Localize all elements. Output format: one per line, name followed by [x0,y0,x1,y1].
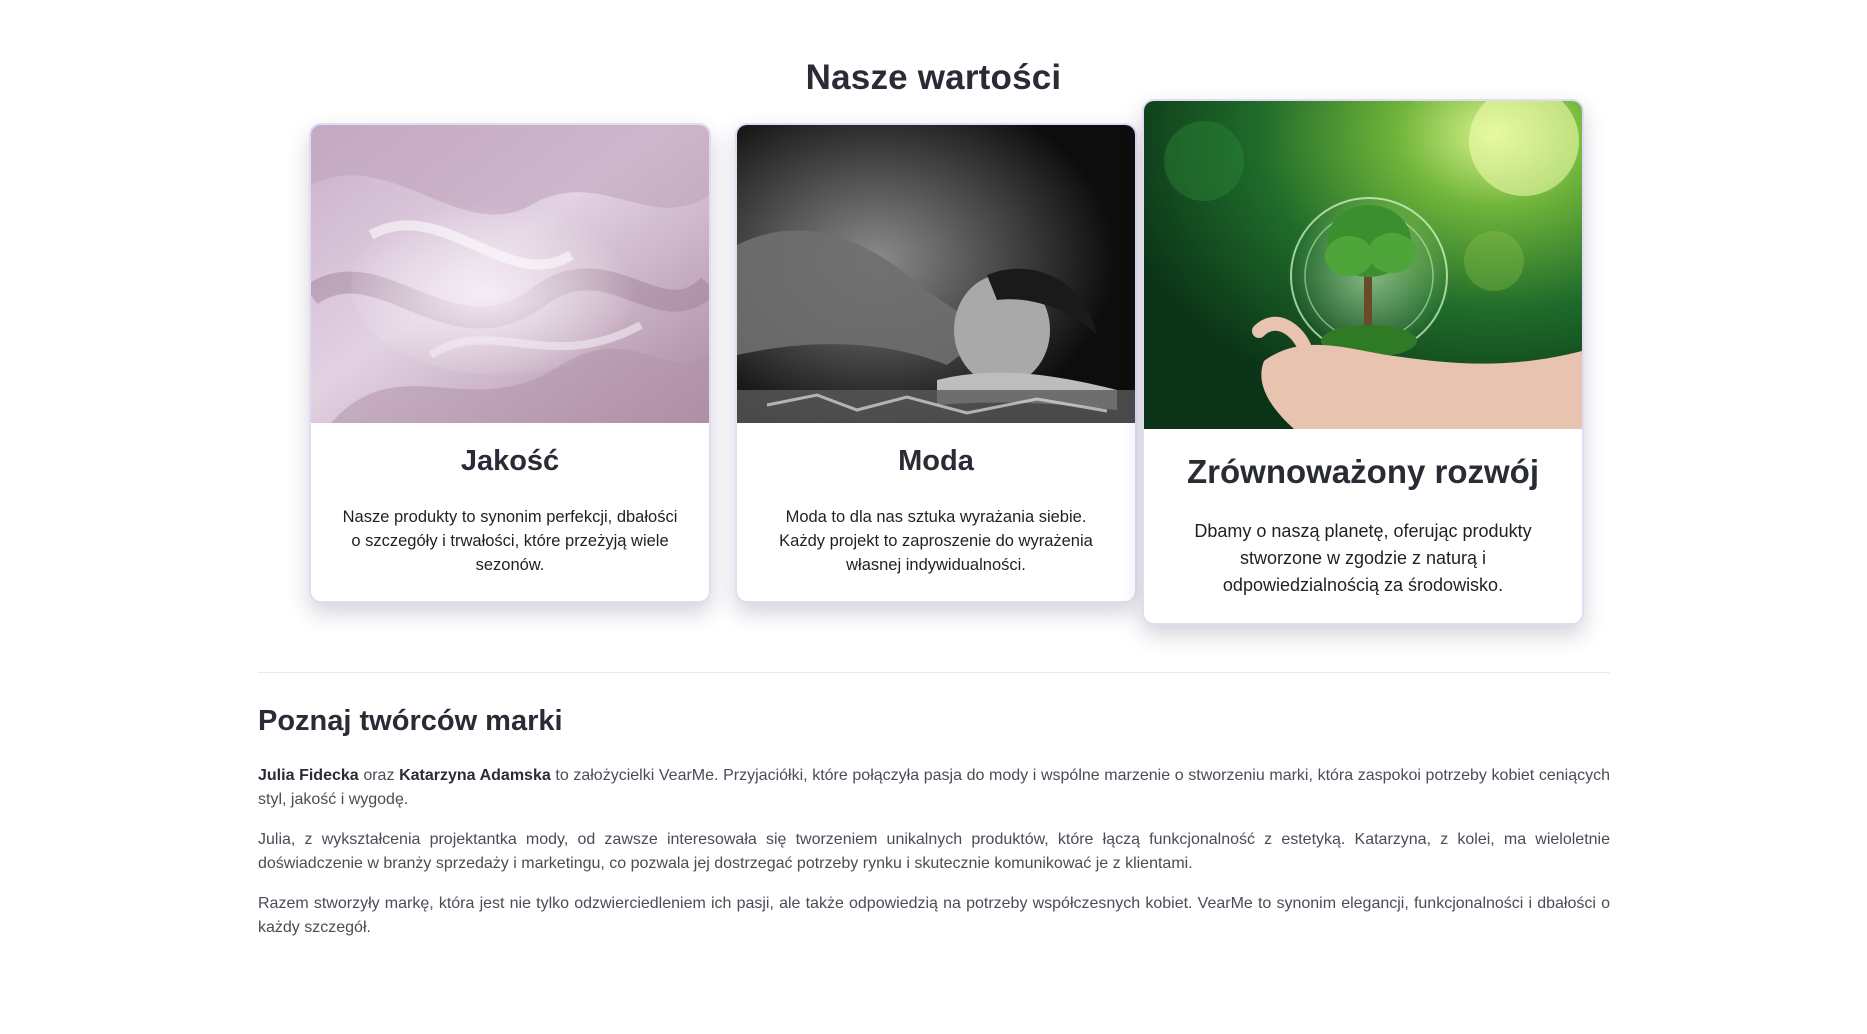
card-title: Jakość [460,445,560,477]
founders-paragraph-1: Julia Fidecka oraz Katarzyna Adamska to … [258,764,1610,812]
portrait-image [737,125,1135,423]
founders-paragraph-3: Razem stworzyły markę, która jest nie ty… [258,895,1610,936]
value-card-fashion: Moda Moda to dla nas sztuka wyrażania si… [735,123,1137,603]
values-section-title: Nasze wartości [805,58,1062,97]
card-title: Zrównoważony rozwój [1187,453,1539,490]
card-description: Moda to dla nas sztuka wyrażania siebie.… [779,508,1093,574]
founders-paragraph-2: Julia, z wykształcenia projektantka mody… [258,831,1610,872]
card-description: Dbamy o naszą planetę, oferując produkty… [1194,521,1532,595]
value-card-quality: Jakość Nasze produkty to synonim perfekc… [309,123,711,603]
founders-section-title: Poznaj twórców marki [258,705,563,737]
silk-fabric-image [311,125,709,423]
founder-name-katarzyna: Katarzyna Adamska [399,767,551,784]
tree-in-hand-image [1144,101,1582,429]
card-title: Moda [898,445,974,477]
value-card-sustainability: Zrównoważony rozwój Dbamy o naszą planet… [1142,99,1584,625]
conjunction-text: oraz [358,767,400,784]
section-divider [258,672,1610,673]
founder-name-julia: Julia Fidecka [258,767,359,784]
card-description: Nasze produkty to synonim perfekcji, dba… [342,508,678,574]
